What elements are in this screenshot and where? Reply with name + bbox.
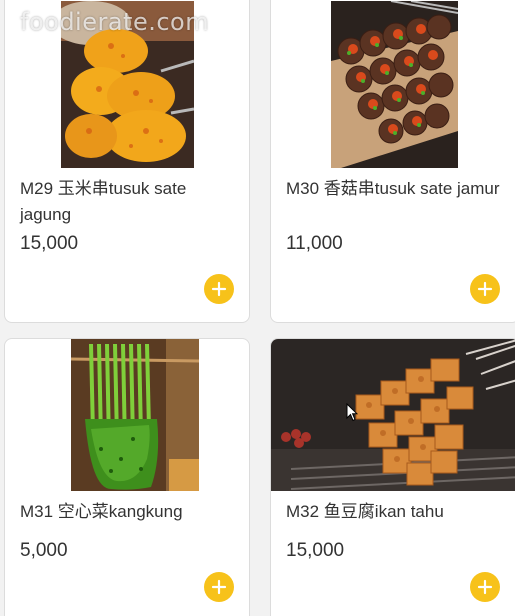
menu-item-card[interactable]: M29 玉米串tusuk sate jagung 15,000 (4, 0, 250, 323)
plus-icon (211, 281, 227, 297)
plus-icon (477, 579, 493, 595)
menu-item-card[interactable]: M30 香菇串tusuk sate jamur 11,000 (270, 0, 515, 323)
plus-icon (477, 281, 493, 297)
grilled-mushroom-photo (331, 1, 458, 168)
add-to-cart-button[interactable] (470, 572, 500, 602)
add-to-cart-button[interactable] (204, 572, 234, 602)
mouse-pointer-icon (346, 403, 358, 422)
menu-item-card[interactable]: M31 空心菜kangkung 5,000 (4, 338, 250, 616)
item-name: M30 香菇串tusuk sate jamur (286, 179, 500, 198)
item-name: M29 玉米串tusuk sate jagung (20, 179, 187, 224)
add-to-cart-button[interactable] (204, 274, 234, 304)
watermark: foodierate.com (20, 8, 210, 36)
plus-icon (211, 579, 227, 595)
item-name: M32 鱼豆腐ikan tahu (286, 502, 444, 521)
item-price: 11,000 (286, 233, 343, 254)
menu-item-card[interactable]: M32 鱼豆腐ikan tahu 15,000 (270, 338, 515, 616)
fish-tofu-skewer-photo (271, 339, 515, 491)
add-to-cart-button[interactable] (470, 274, 500, 304)
item-name: M31 空心菜kangkung (20, 502, 183, 521)
item-price: 15,000 (20, 233, 79, 254)
item-price: 5,000 (20, 540, 68, 561)
kangkung-skewer-photo (71, 339, 199, 491)
item-price: 15,000 (286, 540, 345, 561)
